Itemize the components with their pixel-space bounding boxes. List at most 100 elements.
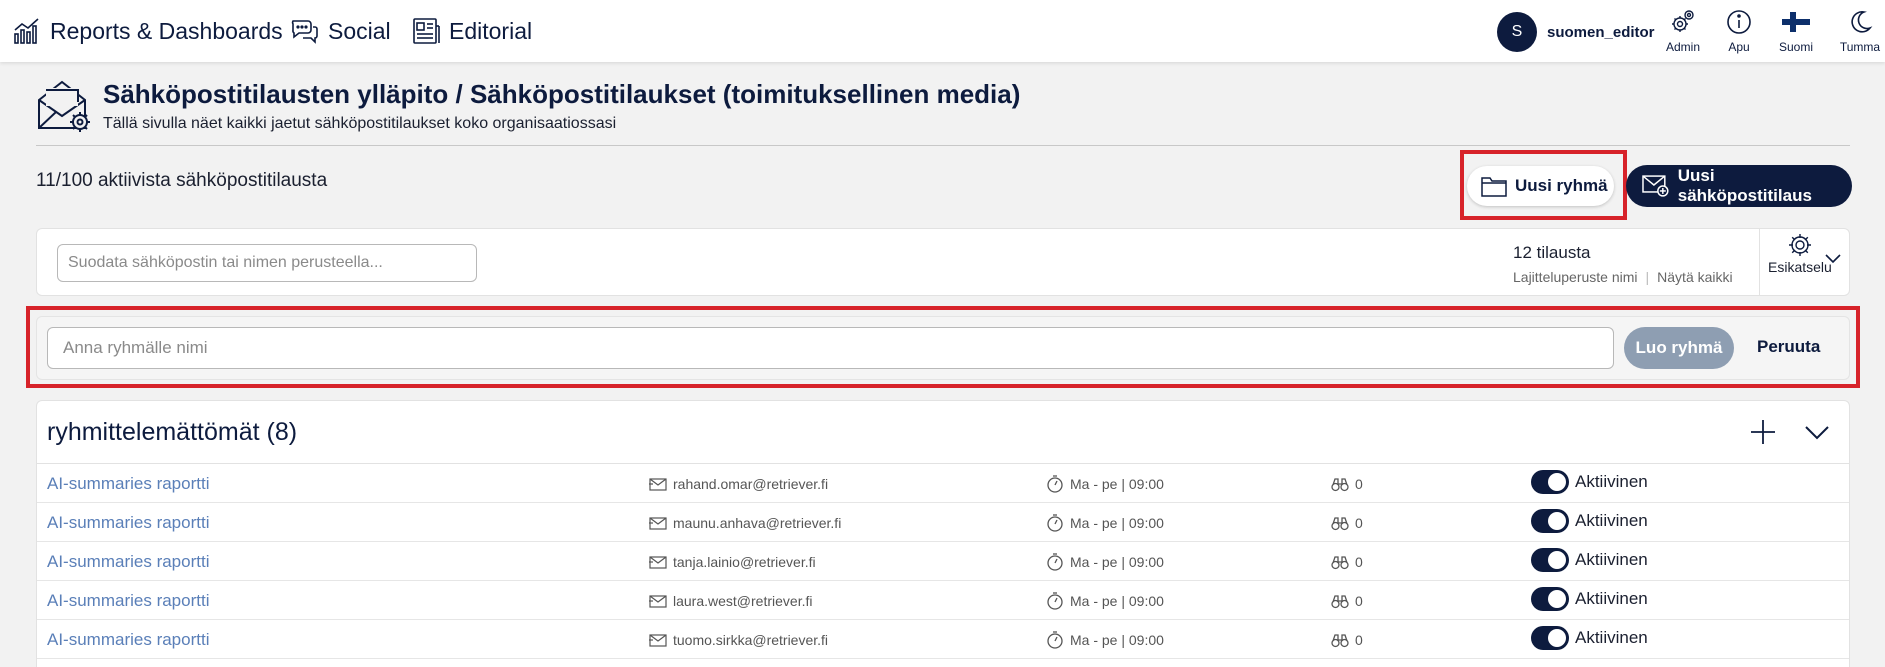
nav-editorial[interactable]: Editorial	[411, 16, 532, 46]
tool-label: Apu	[1728, 40, 1750, 54]
ungrouped-subscriptions-list: ryhmittelemättömät (8) AI-summaries rapo…	[36, 400, 1850, 667]
recipient: maunu.anhava@retriever.fi	[649, 514, 841, 532]
chevron-down-icon[interactable]	[1803, 420, 1831, 444]
vertical-divider	[1759, 229, 1760, 295]
schedule-text: Ma - pe | 09:00	[1070, 554, 1164, 570]
mail-icon	[649, 517, 667, 530]
top-navigation-bar: Reports & Dashboards Social Editorial S …	[0, 0, 1885, 62]
new-group-label: Uusi ryhmä	[1515, 176, 1608, 195]
recipient-email: maunu.anhava@retriever.fi	[673, 515, 842, 531]
tool-dark-mode[interactable]: Tumma	[1830, 8, 1885, 54]
email-settings-icon	[38, 80, 90, 132]
schedule-text: Ma - pe | 09:00	[1070, 515, 1164, 531]
active-toggle[interactable]	[1531, 587, 1569, 611]
schedule: Ma - pe | 09:00	[1046, 514, 1164, 532]
subscription-name[interactable]: AI-summaries raportti	[47, 591, 209, 611]
status-label: Aktiivinen	[1575, 589, 1648, 608]
mail-icon	[649, 478, 667, 491]
recipient-email: tanja.lainio@retriever.fi	[673, 554, 816, 570]
subscription-name[interactable]: AI-summaries raportti	[47, 630, 209, 650]
filter-input[interactable]	[57, 244, 477, 282]
subscription-name[interactable]: AI-summaries raportti	[47, 552, 209, 572]
status-label: Aktiivinen	[1575, 550, 1648, 569]
plus-icon[interactable]	[1749, 418, 1777, 446]
count-value: 0	[1355, 476, 1363, 492]
recipient: tanja.lainio@retriever.fi	[649, 553, 816, 571]
timer-icon	[1047, 553, 1063, 571]
status-label: Aktiivinen	[1575, 511, 1648, 530]
table-row[interactable]: AI-summaries raportti laura.west@retriev…	[37, 581, 1849, 620]
table-row[interactable]: AI-summaries raportti rahand.omar@retrie…	[37, 464, 1849, 503]
list-header: ryhmittelemättömät (8)	[37, 401, 1849, 464]
active-toggle[interactable]	[1531, 548, 1569, 572]
create-group-button[interactable]: Luo ryhmä	[1624, 327, 1734, 369]
binoculars-icon	[1331, 595, 1349, 609]
tool-help[interactable]: Apu	[1709, 8, 1769, 54]
binoculars-icon	[1331, 556, 1349, 570]
recipient-email: rahand.omar@retriever.fi	[673, 476, 829, 492]
active-toggle[interactable]	[1531, 470, 1569, 494]
mail-icon	[649, 556, 667, 569]
show-all-link[interactable]: Näytä kaikki	[1657, 269, 1732, 285]
mail-icon	[649, 595, 667, 608]
table-row[interactable]: AI-summaries raportti maunu.anhava@retri…	[37, 503, 1849, 542]
tool-admin[interactable]: Admin	[1653, 8, 1713, 54]
status-label: Aktiivinen	[1575, 628, 1648, 647]
page-subtitle: Tällä sivulla näet kaikki jaetut sähköpo…	[103, 115, 617, 132]
subscription-name[interactable]: AI-summaries raportti	[47, 513, 209, 533]
timer-icon	[1047, 631, 1063, 649]
timer-icon	[1047, 592, 1063, 610]
sort-controls: Lajitteluperuste nimi | Näytä kaikki	[1513, 269, 1733, 285]
page-title: Sähköpostitilausten ylläpito / Sähköpost…	[103, 79, 1021, 109]
nav-label: Editorial	[449, 17, 533, 44]
subscription-name[interactable]: AI-summaries raportti	[47, 474, 209, 494]
bar-chart-icon	[14, 18, 39, 44]
schedule: Ma - pe | 09:00	[1046, 592, 1164, 610]
schedule: Ma - pe | 09:00	[1046, 631, 1164, 649]
binoculars-icon	[1331, 517, 1349, 531]
folder-icon	[1481, 177, 1507, 197]
table-row[interactable]: AI-summaries raportti tuomo.sirkka@retri…	[37, 620, 1849, 659]
active-toggle[interactable]	[1531, 626, 1569, 650]
tool-label: Tumma	[1839, 40, 1881, 54]
new-subscription-label: Uusi sähköpostitilaus	[1677, 166, 1812, 205]
mail-add-icon	[1642, 175, 1669, 197]
list-title: ryhmittelemättömät (8)	[47, 418, 298, 446]
new-group-button[interactable]: Uusi ryhmä	[1467, 166, 1614, 206]
mail-icon	[649, 634, 667, 647]
recipient-email: laura.west@retriever.fi	[673, 593, 813, 609]
filter-bar: 12 tilausta Lajitteluperuste nimi | Näyt…	[36, 228, 1850, 296]
sort-by-name-link[interactable]: Lajitteluperuste nimi	[1513, 269, 1638, 285]
cancel-button[interactable]: Peruuta	[1757, 337, 1820, 357]
chevron-down-icon[interactable]	[1823, 249, 1843, 269]
recipient: tuomo.sirkka@retriever.fi	[649, 631, 828, 649]
nav-social[interactable]: Social	[290, 16, 391, 46]
group-name-input[interactable]	[47, 327, 1614, 369]
binoculars-icon	[1331, 478, 1349, 492]
info-icon	[1727, 10, 1751, 34]
views-count: 0	[1331, 514, 1363, 532]
newspaper-icon	[413, 18, 440, 44]
subscription-count: 12 tilausta	[1513, 243, 1591, 262]
views-count: 0	[1331, 631, 1363, 649]
table-row[interactable]: AI-summaries raportti tanja.lainio@retri…	[37, 542, 1849, 581]
timer-icon	[1047, 514, 1063, 532]
finland-flag-icon	[1782, 12, 1810, 32]
active-toggle[interactable]	[1531, 509, 1569, 533]
views-count: 0	[1331, 592, 1363, 610]
tool-language[interactable]: Suomi	[1766, 8, 1826, 54]
moon-icon	[1851, 11, 1873, 33]
nav-label: Reports & Dashboards	[50, 17, 283, 44]
status: Aktiivinen	[1531, 470, 1648, 494]
gear-icon	[1789, 234, 1811, 256]
status: Aktiivinen	[1531, 626, 1648, 650]
views-count: 0	[1331, 553, 1363, 571]
active-subscriptions-count: 11/100 aktiivista sähköpostitilausta	[36, 170, 328, 191]
new-subscription-button[interactable]: Uusi sähköpostitilaus	[1626, 165, 1852, 207]
nav-reports-dashboards[interactable]: Reports & Dashboards	[12, 16, 283, 46]
user-name: suomen_editor	[1547, 23, 1655, 41]
avatar: S	[1497, 12, 1537, 52]
user-menu[interactable]: S suomen_editor	[1497, 12, 1655, 52]
gears-icon	[1672, 10, 1694, 32]
binoculars-icon	[1331, 634, 1349, 648]
